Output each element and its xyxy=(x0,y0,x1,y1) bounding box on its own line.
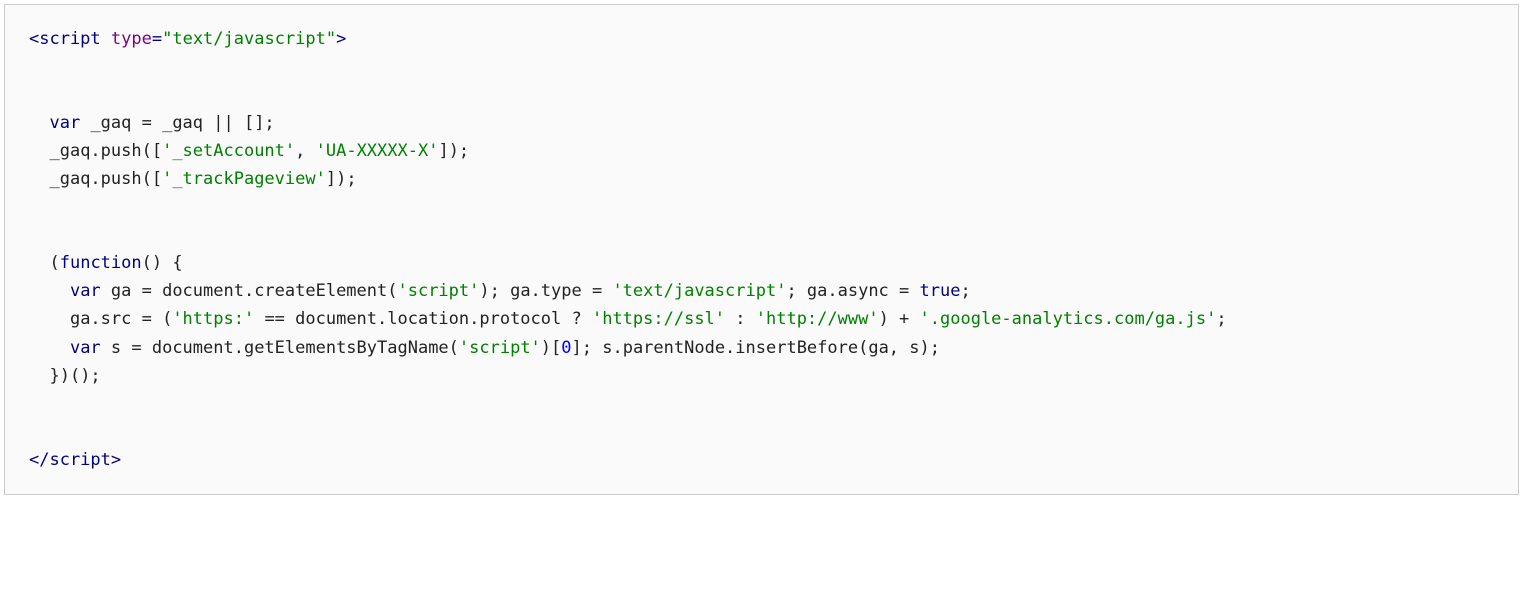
attr-value: text/javascript xyxy=(172,29,326,49)
code-text: ); ga.type = xyxy=(479,281,612,301)
keyword-var: var xyxy=(70,338,101,358)
code-text: )[ xyxy=(541,338,561,358)
indent xyxy=(29,338,70,358)
code-text: == document.location.protocol ? xyxy=(254,309,592,329)
indent xyxy=(29,309,70,329)
indent xyxy=(29,169,49,189)
code-text: _gaq.push([ xyxy=(49,141,162,161)
string-literal: 'text/javascript' xyxy=(612,281,786,301)
tag-close-script: </script> xyxy=(29,450,121,470)
code-text: ; xyxy=(960,281,970,301)
attr-name: type xyxy=(111,29,152,49)
code-text: ]; s.parentNode.insertBefore(ga, s); xyxy=(572,338,940,358)
code-text: () { xyxy=(142,253,183,273)
tag-close: > xyxy=(336,29,346,49)
code-text: _gaq.push([ xyxy=(49,169,162,189)
code-text: ga = document.createElement( xyxy=(101,281,398,301)
indent xyxy=(29,253,49,273)
attr-quote: " xyxy=(326,29,336,49)
string-literal: 'script' xyxy=(397,281,479,301)
code-text: ]); xyxy=(438,141,469,161)
code-text: : xyxy=(725,309,756,329)
indent xyxy=(29,281,70,301)
code-text: })(); xyxy=(49,366,100,386)
code-text: , xyxy=(295,141,315,161)
string-literal: 'UA-XXXXX-X' xyxy=(316,141,439,161)
string-literal: 'https://ssl' xyxy=(592,309,725,329)
string-literal: '.google-analytics.com/ga.js' xyxy=(920,309,1217,329)
indent xyxy=(29,141,49,161)
attr-eq: = xyxy=(152,29,162,49)
code-text: ; xyxy=(1216,309,1226,329)
keyword-var: var xyxy=(70,281,101,301)
code-text: ga.src = ( xyxy=(70,309,172,329)
indent xyxy=(29,113,49,133)
code-text: ) + xyxy=(879,309,920,329)
code-text: ; ga.async = xyxy=(786,281,919,301)
code-text: s = document.getElementsByTagName( xyxy=(101,338,459,358)
indent xyxy=(29,366,49,386)
string-literal: 'script' xyxy=(459,338,541,358)
string-literal: '_trackPageview' xyxy=(162,169,326,189)
code-text: _gaq = _gaq || []; xyxy=(80,113,274,133)
string-literal: 'http://www' xyxy=(756,309,879,329)
string-literal: 'https:' xyxy=(172,309,254,329)
code-block: <script type="text/javascript"> var _gaq… xyxy=(4,4,1519,495)
keyword-function: function xyxy=(60,253,142,273)
tag-open: <script xyxy=(29,29,111,49)
attr-quote: " xyxy=(162,29,172,49)
keyword-var: var xyxy=(49,113,80,133)
code-text: ( xyxy=(49,253,59,273)
keyword-true: true xyxy=(920,281,961,301)
string-literal: '_setAccount' xyxy=(162,141,295,161)
code-text: ]); xyxy=(326,169,357,189)
number-literal: 0 xyxy=(561,338,571,358)
